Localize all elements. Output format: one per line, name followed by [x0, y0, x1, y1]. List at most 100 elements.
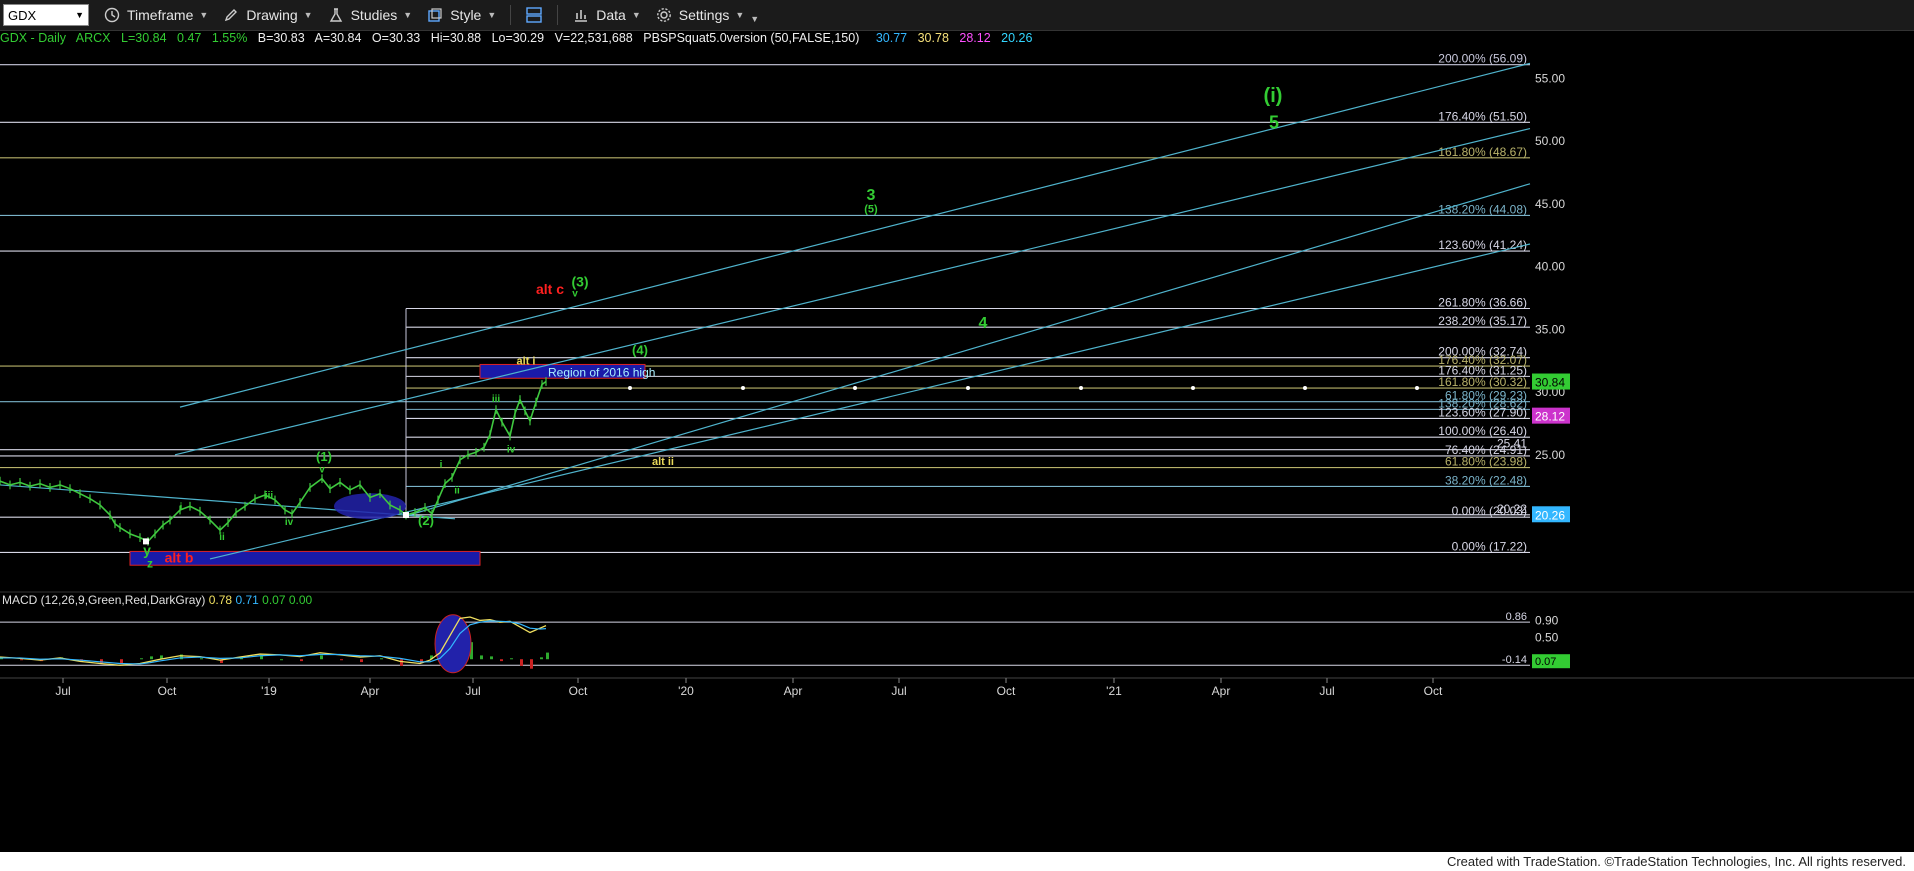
toolbar-divider [510, 5, 512, 25]
symbol-value: GDX [8, 7, 37, 23]
wave-label: z [147, 557, 153, 571]
time-tick-label: '21 [1106, 684, 1122, 698]
wave-label: 5 [1269, 113, 1279, 133]
y-tick-label: 50.00 [1535, 134, 1565, 148]
drawing-label: Drawing [246, 7, 298, 23]
layout-button[interactable] [525, 6, 543, 24]
macd-histogram-bar [320, 655, 323, 660]
macd-histogram-bar [200, 658, 203, 660]
caret-down-icon: ▼ [403, 10, 413, 20]
price-axis [1532, 47, 1914, 607]
overflow-caret-icon[interactable]: ▼ [750, 14, 759, 24]
pencil-icon [222, 6, 240, 24]
chevron-down-icon: ▼ [75, 10, 84, 20]
macd-histogram-bar [380, 658, 383, 660]
style-menu[interactable]: Style ▼ [426, 6, 496, 24]
net-change: 0.47 [177, 31, 202, 45]
data-menu[interactable]: Data ▼ [572, 6, 641, 24]
time-tick-label: Jul [465, 684, 480, 698]
channel-line [404, 183, 1531, 517]
wave-label: (2) [418, 513, 434, 528]
caret-down-icon: ▼ [199, 10, 209, 20]
wave-label: (4) [632, 342, 648, 357]
study-name: PBSPSquat5.0version (50,FALSE,150) [643, 31, 860, 45]
timeframe-menu[interactable]: Timeframe ▼ [103, 6, 208, 24]
projection-dot [966, 386, 970, 391]
symbol-input[interactable]: GDX ▼ [3, 4, 89, 26]
macd-level-label: -0.14 [1502, 654, 1527, 666]
wave-label: (1) [316, 449, 332, 464]
macd-value-tag-label: 0.07 [1535, 656, 1556, 668]
copyright-text: Created with TradeStation. ©TradeStation… [1446, 854, 1906, 869]
time-tick-label: Oct [997, 684, 1016, 698]
chart-area[interactable]: 55.0050.0045.0040.0035.0030.0025.0020.00… [0, 47, 1914, 852]
wave-label: iii [265, 491, 274, 502]
flask-icon [327, 6, 345, 24]
wave-label: iii [492, 394, 501, 405]
time-tick-label: Oct [1424, 684, 1443, 698]
price-pane: 55.0050.0045.0040.0035.0030.0025.0020.00… [0, 47, 1914, 607]
macd-histogram-bar [400, 659, 403, 666]
projection-dot [741, 386, 745, 391]
study-value-tag-label: 28.12 [1535, 410, 1565, 424]
time-tick-label: Jul [55, 684, 70, 698]
settings-label: Settings [678, 7, 730, 23]
channel-line [179, 62, 1531, 408]
drawing-menu[interactable]: Drawing ▼ [222, 6, 313, 24]
wave-label: (3) [571, 274, 588, 290]
studies-menu[interactable]: Studies ▼ [327, 6, 413, 24]
wave-label: v [572, 289, 578, 300]
time-tick-label: Oct [158, 684, 177, 698]
macd-legend-value: 0.71 [235, 593, 262, 607]
macd-histogram-bar [546, 652, 549, 660]
clock-icon [103, 6, 121, 24]
fib-level-label: 138.20% (44.08) [1438, 202, 1527, 216]
high: Hi=30.88 [430, 31, 482, 45]
wave-label: i [180, 502, 183, 513]
style-icon [426, 6, 444, 24]
ask: A=30.84 [314, 31, 362, 45]
fib-level-label: 123.60% (41.24) [1438, 238, 1527, 252]
macd-histogram-bar [510, 658, 513, 660]
data-label: Data [596, 7, 626, 23]
macd-y-tick-label: 0.90 [1535, 613, 1559, 627]
fib-level-label: 176.40% (51.50) [1438, 109, 1527, 123]
time-tick-label: Oct [569, 684, 588, 698]
settings-menu[interactable]: Settings ▼ ▼ [655, 6, 759, 24]
wave-label: iv [507, 444, 516, 455]
study-value: 20.26 [1001, 31, 1033, 45]
macd-histogram-bar [150, 656, 153, 660]
macd-histogram-bar [490, 656, 493, 660]
wave-label: v [319, 464, 325, 475]
macd-histogram-bar [340, 659, 343, 661]
fib-level-label: 123.60% (27.90) [1438, 405, 1527, 419]
macd-histogram-bar [120, 659, 123, 664]
pct-change: 1.55% [211, 31, 248, 45]
time-tick-label: '19 [261, 684, 277, 698]
open: O=30.33 [371, 31, 421, 45]
caret-down-icon: ▼ [631, 10, 641, 20]
fib-level-label: 200.00% (56.09) [1438, 52, 1527, 66]
fib-level-label: 238.20% (35.17) [1438, 314, 1527, 328]
macd-legend-value: 0.00 [289, 593, 313, 607]
wave-label: (i) [1264, 85, 1283, 107]
toolbar-divider [557, 5, 559, 25]
study-value: 30.77 [875, 31, 908, 45]
volume: V=22,531,688 [554, 31, 633, 45]
fib-level-label: 0.00% (17.22) [1452, 539, 1527, 553]
time-axis: Jul Oct '19 Apr Jul Oct '20 Apr Jul Oct '21 Apr Jul O… [0, 677, 1914, 698]
wave-label: 4 [979, 315, 988, 332]
macd-histogram-bar [540, 657, 543, 660]
toolbar: GDX ▼ Timeframe ▼ Drawing ▼ Studies ▼ St… [0, 0, 1914, 31]
style-label: Style [450, 7, 482, 23]
wave-label: alt i [517, 355, 536, 367]
fib-level-label: 38.20% (22.48) [1445, 473, 1527, 487]
macd-histogram-bar [360, 659, 363, 663]
projection-dot [1303, 386, 1307, 391]
wave-label: alt ii [652, 456, 674, 468]
study-value: 30.78 [917, 31, 949, 45]
wave-label: ii [219, 532, 225, 543]
time-tick-label: Apr [784, 684, 803, 698]
projection-dot [853, 386, 857, 391]
last-price-tag-label: 30.84 [1535, 376, 1565, 390]
